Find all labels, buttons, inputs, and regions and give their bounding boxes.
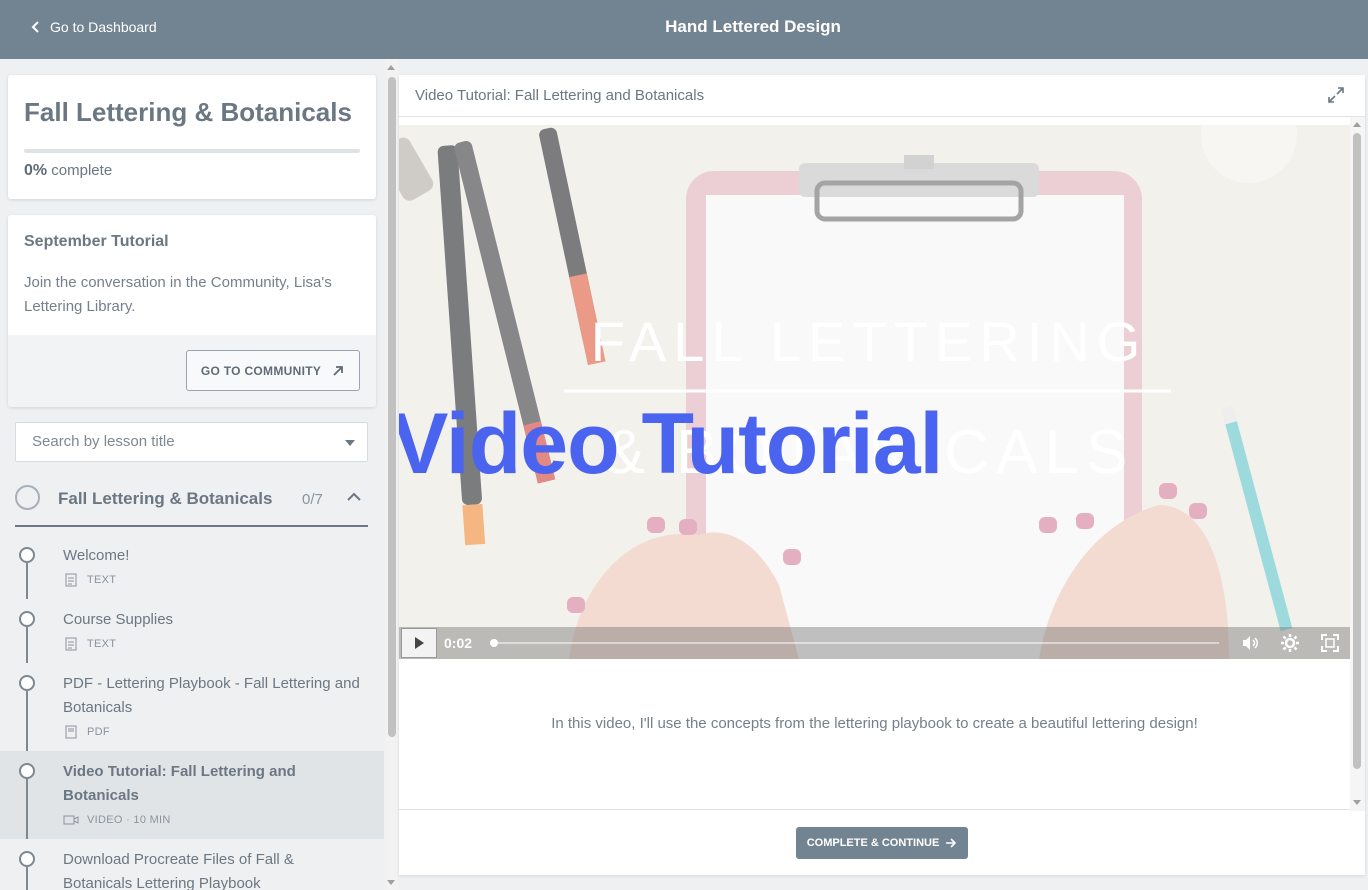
fullscreen-icon[interactable]	[1320, 633, 1340, 653]
progress-percent: 0%	[24, 162, 48, 179]
video-frame: FALL LETTERING & BOTANICALS	[399, 125, 1350, 659]
lesson-status-circle-icon	[19, 547, 35, 563]
lesson-content: Video Tutorial: Fall Lettering and Botan…	[399, 75, 1365, 875]
chapter-status-circle-icon	[15, 485, 40, 510]
lesson-meta-text: TEXT	[87, 574, 117, 586]
chapter-count: 0/7	[302, 491, 323, 508]
lesson-status-circle-icon	[19, 611, 35, 627]
complete-and-continue-label: COMPLETE & CONTINUE	[806, 837, 940, 849]
lesson-header-title: Video Tutorial: Fall Lettering and Botan…	[415, 87, 705, 104]
volume-icon[interactable]	[1240, 633, 1260, 653]
lesson-title: Welcome!	[63, 547, 130, 564]
video-controls: 0:02	[399, 627, 1350, 659]
lesson-status-circle-icon	[19, 675, 35, 691]
lesson-search[interactable]	[15, 422, 368, 462]
sidebar-scrollbar-thumb[interactable]	[388, 77, 396, 737]
lesson-status-circle-icon	[19, 763, 35, 779]
lesson-item[interactable]: Course Supplies TEXT	[0, 599, 384, 663]
progress-bar	[24, 149, 360, 153]
info-card-title: September Tutorial	[24, 233, 169, 250]
info-card: September Tutorial Join the conversation…	[8, 215, 376, 407]
sidebar: Fall Lettering & Botanicals 0% complete …	[0, 59, 384, 890]
lesson-meta-text: VIDEO · 10 MIN	[87, 814, 171, 826]
lesson-connector	[26, 779, 28, 839]
go-to-community-button[interactable]: GO TO COMMUNITY	[186, 350, 360, 391]
lesson-description: In this video, I'll use the concepts fro…	[551, 715, 1198, 732]
frame-heading-line1: FALL LETTERING	[591, 310, 1148, 373]
lesson-connector	[26, 627, 28, 663]
course-progress-card: Fall Lettering & Botanicals 0% complete	[8, 75, 376, 199]
play-button[interactable]	[401, 628, 437, 658]
lesson-item-active[interactable]: Video Tutorial: Fall Lettering and Botan…	[0, 751, 384, 839]
lesson-title: Video Tutorial: Fall Lettering and Botan…	[63, 763, 296, 804]
video-seek-bar[interactable]	[490, 639, 1219, 647]
lesson-meta: PDF	[63, 725, 110, 739]
lesson-connector	[26, 691, 28, 751]
text-doc-icon	[65, 637, 77, 651]
external-link-arrow-icon	[333, 365, 344, 376]
lesson-item[interactable]: PDF - Lettering Playbook - Fall Letterin…	[0, 663, 384, 751]
progress-text: 0% complete	[24, 162, 112, 180]
progress-suffix: complete	[51, 162, 113, 179]
video-overlay-title: Video Tutorial	[399, 396, 943, 492]
lesson-title: Course Supplies	[63, 611, 174, 628]
lesson-title: PDF - Lettering Playbook - Fall Letterin…	[63, 675, 360, 716]
content-scrollbar-thumb[interactable]	[1353, 133, 1361, 769]
scroll-down-arrow-icon[interactable]	[1353, 800, 1361, 805]
search-input[interactable]	[32, 433, 332, 450]
text-doc-icon	[65, 573, 77, 587]
lesson-meta-text: PDF	[87, 726, 110, 738]
scroll-down-arrow-icon[interactable]	[387, 880, 395, 885]
dropdown-caret-icon[interactable]	[345, 440, 355, 446]
chapter-header[interactable]: Fall Lettering & Botanicals 0/7	[15, 479, 368, 527]
lesson-connector	[26, 867, 28, 890]
chevron-up-icon[interactable]	[347, 492, 361, 502]
video-camera-icon	[63, 815, 79, 825]
lesson-meta-text: TEXT	[87, 638, 117, 650]
settings-gear-icon[interactable]	[1280, 633, 1300, 653]
video-player[interactable]: FALL LETTERING & BOTANICALS Video Tutori…	[399, 125, 1350, 659]
lesson-meta: VIDEO · 10 MIN	[63, 813, 171, 827]
course-name: Fall Lettering & Botanicals	[24, 97, 352, 127]
arrow-right-icon	[946, 838, 957, 848]
lesson-header: Video Tutorial: Fall Lettering and Botan…	[399, 75, 1365, 117]
content-scrollbar[interactable]	[1350, 117, 1365, 811]
lesson-meta: TEXT	[63, 573, 116, 587]
complete-and-continue-button[interactable]: COMPLETE & CONTINUE	[796, 827, 968, 859]
course-title: Hand Lettered Design	[665, 17, 841, 36]
scroll-up-arrow-icon[interactable]	[387, 65, 395, 70]
lesson-title: Download Procreate Files of Fall & Botan…	[63, 851, 294, 890]
lesson-status-circle-icon	[19, 851, 35, 867]
info-card-footer: GO TO COMMUNITY	[8, 335, 376, 407]
pdf-icon	[65, 725, 77, 739]
sidebar-scrollbar[interactable]	[385, 59, 398, 890]
seek-knob[interactable]	[490, 639, 498, 647]
chapter-name: Fall Lettering & Botanicals	[58, 489, 273, 508]
lesson-item[interactable]: Download Procreate Files of Fall & Botan…	[0, 839, 384, 890]
info-card-body: Join the conversation in the Community, …	[24, 274, 332, 315]
go-to-community-label: GO TO COMMUNITY	[200, 363, 322, 378]
video-time: 0:02	[444, 635, 473, 651]
expand-icon[interactable]	[1327, 86, 1345, 104]
lesson-footer: COMPLETE & CONTINUE	[399, 809, 1350, 875]
top-bar: Go to Dashboard Hand Lettered Design	[0, 0, 1368, 59]
scroll-up-arrow-icon[interactable]	[1353, 122, 1361, 127]
lesson-meta: TEXT	[63, 637, 116, 651]
lesson-item[interactable]: Welcome! TEXT	[0, 535, 384, 599]
play-icon	[415, 637, 424, 649]
lesson-connector	[26, 563, 28, 599]
